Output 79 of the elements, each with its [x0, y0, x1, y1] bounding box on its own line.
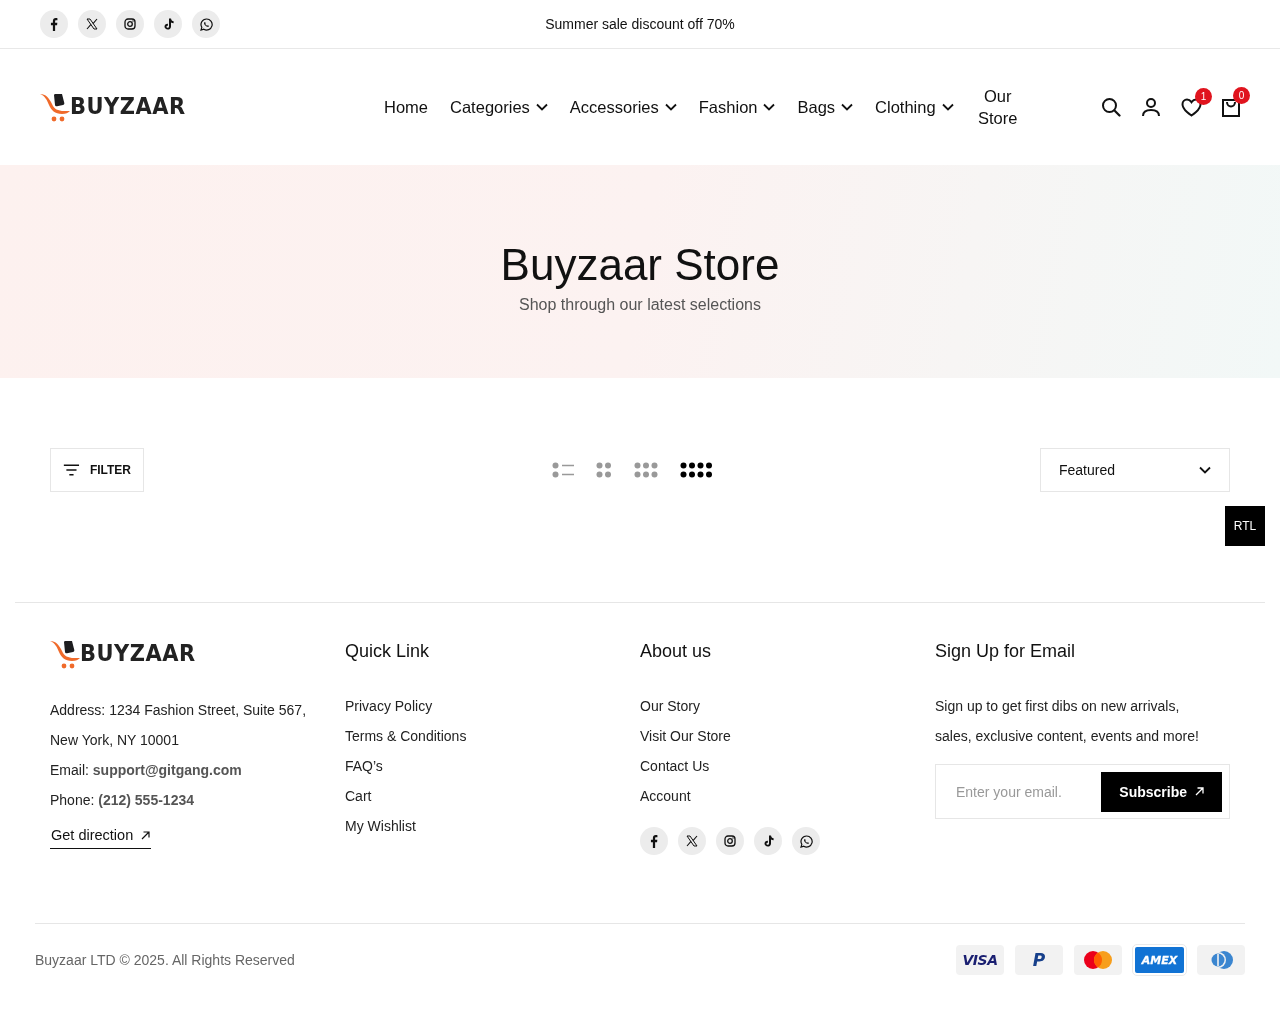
- x-logo-icon: [686, 835, 698, 847]
- email-field[interactable]: Enter your email.: [954, 782, 1078, 801]
- footer-link[interactable]: Contact Us: [640, 751, 710, 781]
- contact-info: Email: support@gitgang.com: [50, 761, 243, 780]
- social-link[interactable]: [678, 827, 706, 855]
- column-heading: Sign Up for Email: [935, 640, 1077, 661]
- get-direction-link[interactable]: Get direction: [50, 827, 151, 849]
- nav-link[interactable]: Clothing: [875, 97, 954, 117]
- mastercard-logo: [1083, 950, 1113, 970]
- search-button[interactable]: [1099, 97, 1121, 117]
- nav-link[interactable]: Our Store: [975, 85, 1020, 129]
- subscribe-button[interactable]: Subscribe: [1101, 771, 1222, 812]
- search-icon: [1101, 97, 1121, 117]
- social-link[interactable]: [792, 827, 820, 855]
- phone-bubble-icon: [199, 17, 213, 31]
- music-note-icon: [162, 18, 174, 30]
- social-link[interactable]: [78, 10, 106, 38]
- filter-button[interactable]: FILTER: [50, 448, 144, 492]
- logo-text: BUYZAAR: [80, 639, 196, 667]
- nav-link[interactable]: Bags: [797, 97, 854, 117]
- dot-grid-icon: [595, 462, 612, 478]
- chevron-down-icon: [1199, 466, 1211, 474]
- footer-link[interactable]: Account: [640, 781, 691, 811]
- cart-button[interactable]: [1220, 97, 1240, 117]
- page-subtitle: Shop through our latest selections: [519, 295, 761, 314]
- logo-text: BUYZAAR: [70, 92, 186, 120]
- column-heading: Quick Link: [345, 640, 431, 661]
- social-link[interactable]: [192, 10, 220, 38]
- social-link[interactable]: [116, 10, 144, 38]
- dot-grid-icon: [679, 462, 713, 478]
- view-mode-button[interactable]: [679, 462, 713, 478]
- wishlist-button[interactable]: [1179, 97, 1202, 117]
- footer-link[interactable]: Our Story: [640, 691, 700, 721]
- dot-grid-icon: [633, 462, 658, 478]
- facebook-icon: [50, 17, 58, 31]
- visa-logo: VISA: [956, 945, 1004, 975]
- social-link[interactable]: [154, 10, 182, 38]
- page-title: Buyzaar Store: [500, 238, 780, 290]
- arrow-up-right-icon: [1195, 787, 1204, 796]
- social-link[interactable]: [716, 827, 744, 855]
- amex-logo: AMEX: [1133, 945, 1186, 975]
- announcement-text: Summer sale discount off 70%: [545, 16, 735, 32]
- social-link[interactable]: [40, 10, 68, 38]
- heart-icon: [1181, 97, 1202, 117]
- dot-grid-icon: [551, 462, 574, 478]
- social-link[interactable]: [640, 827, 668, 855]
- footer-link[interactable]: Cart: [345, 781, 372, 811]
- nav-link[interactable]: Fashion: [698, 97, 776, 117]
- count-badge: 1: [1195, 87, 1212, 105]
- account-button[interactable]: [1139, 97, 1161, 117]
- signup-text: Sign up to get first dibs on new arrivals, sales, exclusive content, events and more!: [935, 697, 1200, 746]
- count-badge: 0: [1233, 87, 1250, 104]
- music-note-icon: [762, 835, 774, 847]
- contact-info: Address: 1234 Fashion Street, Suite 567, New York, NY 10001: [50, 701, 308, 750]
- nav-link[interactable]: Categories: [450, 97, 548, 117]
- diners-logo: [1208, 950, 1234, 970]
- facebook-icon: [650, 834, 658, 848]
- phone-bubble-icon: [799, 834, 813, 848]
- footer-link[interactable]: My Wishlist: [345, 811, 416, 841]
- x-logo-icon: [86, 18, 98, 30]
- nav-link[interactable]: Accessories: [569, 97, 677, 117]
- filter-lines-icon: [63, 463, 80, 477]
- camera-icon: [724, 835, 736, 847]
- camera-icon: [124, 18, 136, 30]
- arrow-up-right-icon: [141, 830, 151, 840]
- nav-link[interactable]: Home: [384, 97, 429, 117]
- user-icon: [1141, 97, 1161, 117]
- contact-info: Phone: (212) 555-1234: [50, 791, 195, 810]
- footer-link[interactable]: Terms & Conditions: [345, 721, 467, 751]
- shopping-bag-icon: [1222, 97, 1240, 117]
- copyright-text: Buyzaar LTD © 2025. All Rights Reserved: [35, 952, 295, 968]
- footer-link[interactable]: Privacy Policy: [345, 691, 433, 721]
- footer-link[interactable]: Visit Our Store: [640, 721, 731, 751]
- paypal-logo: P: [1015, 945, 1063, 975]
- sort-select[interactable]: Featured: [1040, 448, 1230, 492]
- column-heading: About us: [640, 640, 713, 661]
- rtl-button[interactable]: RTL: [1225, 506, 1265, 546]
- social-link[interactable]: [754, 827, 782, 855]
- footer-link[interactable]: FAQ’s: [345, 751, 383, 781]
